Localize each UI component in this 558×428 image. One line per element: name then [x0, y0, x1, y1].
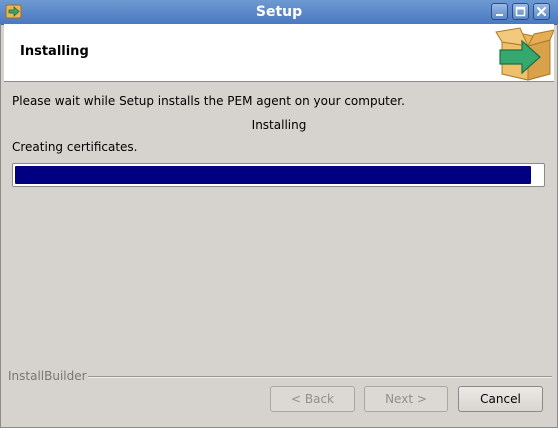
next-button[interactable]: Next >	[364, 386, 448, 412]
window-title: Setup	[255, 4, 303, 20]
title-bar[interactable]: Setup	[0, 0, 558, 25]
step-text: Creating certificates.	[12, 140, 138, 154]
progress-fill	[15, 166, 531, 184]
maximize-button[interactable]	[512, 3, 529, 20]
minimize-icon	[496, 14, 503, 16]
back-button[interactable]: < Back	[270, 386, 355, 412]
setup-window: Setup Installing Please wait while Setup…	[0, 0, 558, 428]
footer-divider	[88, 376, 552, 378]
box-arrow-icon	[495, 27, 554, 81]
maximize-icon	[515, 6, 526, 17]
brand-label: InstallBuilder	[8, 369, 87, 383]
header-panel: Installing	[4, 24, 554, 82]
page-title: Installing	[20, 44, 89, 59]
cancel-button[interactable]: Cancel	[458, 386, 543, 412]
close-icon	[537, 7, 546, 16]
status-heading: Installing	[251, 118, 307, 132]
minimize-button[interactable]	[491, 3, 508, 20]
window-frame	[0, 24, 558, 428]
install-message: Please wait while Setup installs the PEM…	[12, 94, 405, 108]
close-button[interactable]	[533, 3, 550, 20]
progress-bar	[12, 163, 545, 187]
